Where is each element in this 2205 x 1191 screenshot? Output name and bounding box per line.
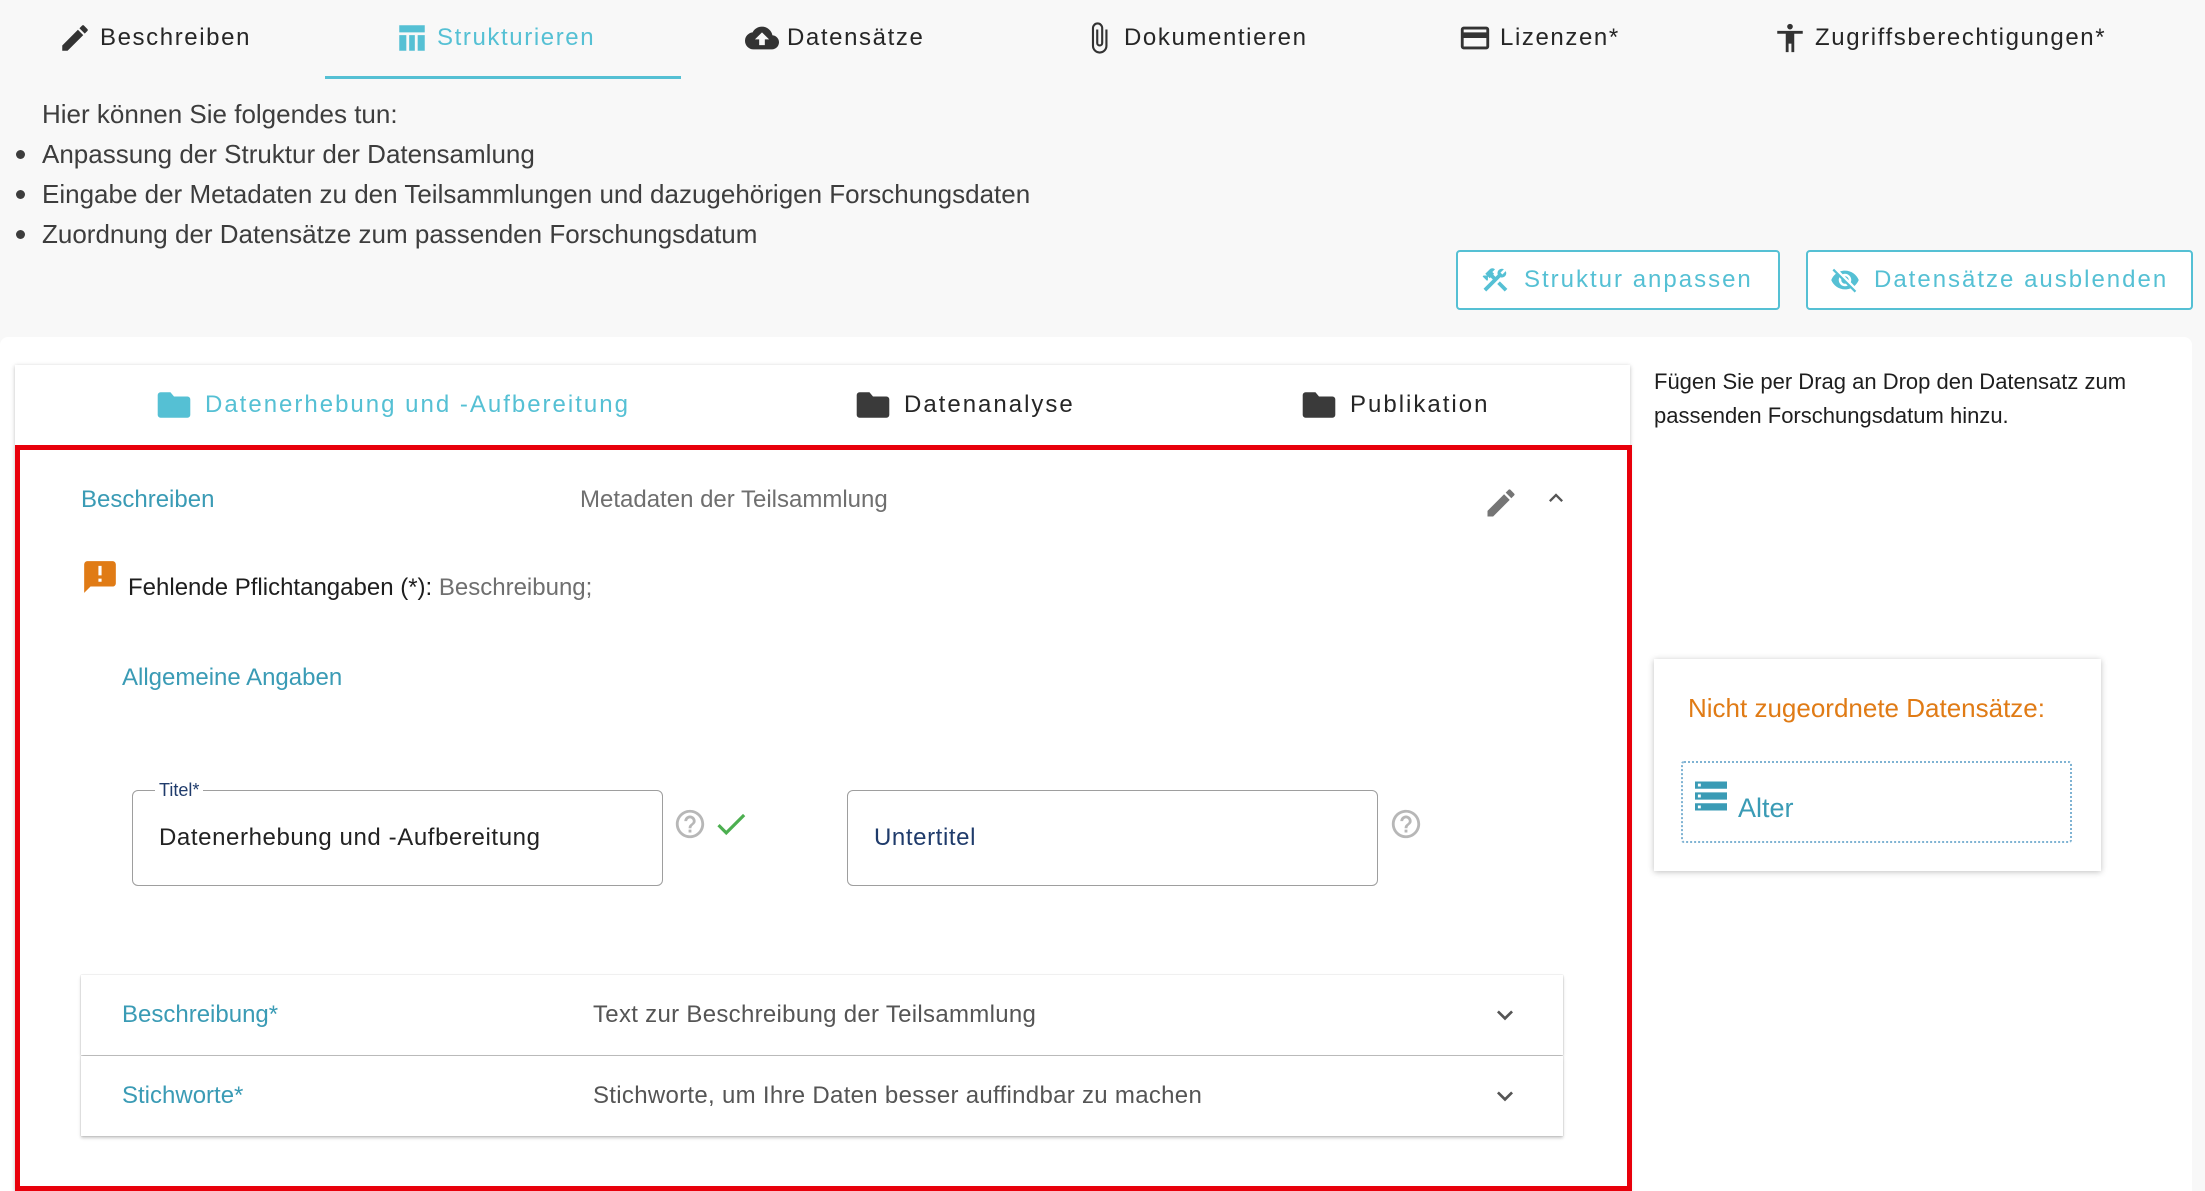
expansion-description: Stichworte, um Ihre Daten besser auffind…: [593, 1082, 1203, 1109]
tab-label: Dokumentieren: [1124, 24, 1308, 51]
folder-tab-datenanalyse[interactable]: Datenanalyse: [856, 385, 1075, 425]
folder-tab-label: Datenanalyse: [904, 391, 1075, 418]
tab-label: Datensätze: [787, 24, 925, 51]
hide-datasets-label: Datensätze ausblenden: [1874, 266, 2169, 293]
folder-icon: [1302, 392, 1336, 418]
intro-text: Hier können Sie folgendes tun: Anpassung…: [16, 94, 1030, 254]
unassigned-datasets-title: Nicht zugeordnete Datensätze:: [1688, 693, 2045, 723]
tab-lizenzen[interactable]: Lizenzen*: [1458, 14, 1620, 62]
intro-list: Anpassung der Struktur der Datensamlung …: [12, 134, 1030, 254]
keywords-expansion-panel[interactable]: Stichworte* Stichworte, um Ihre Daten be…: [81, 1056, 1563, 1136]
tab-beschreiben[interactable]: Beschreiben: [58, 14, 251, 62]
warning-value: Beschreibung;: [438, 574, 593, 601]
chevron-down-icon[interactable]: [1489, 1080, 1521, 1112]
folder-tab-datenerhebung[interactable]: Datenerhebung und -Aufbereitung: [157, 385, 630, 425]
description-expansion-panel[interactable]: Beschreibung* Text zur Beschreibung der …: [81, 975, 1563, 1055]
panel-description: Metadaten der Teilsammlung: [580, 486, 888, 513]
expansion-description: Text zur Beschreibung der Teilsammlung: [593, 1001, 1037, 1028]
chevron-up-icon[interactable]: [1542, 484, 1570, 512]
paperclip-icon: [1091, 22, 1108, 54]
tab-label: Lizenzen*: [1500, 24, 1620, 51]
expansion-label: Stichworte*: [122, 1082, 244, 1109]
tab-label: Beschreiben: [100, 24, 252, 51]
tab-label: Strukturieren: [437, 24, 596, 51]
table-icon: [399, 25, 425, 51]
list-item: Zuordnung der Datensätze zum passenden F…: [12, 214, 1030, 254]
active-tab-indicator: [325, 76, 681, 79]
subtitle-field[interactable]: Untertitel: [847, 790, 1378, 886]
unassigned-datasets-card: Nicht zugeordnete Datensätze: Alter: [1654, 659, 2101, 871]
folder-tab-publikation[interactable]: Publikation: [1302, 385, 1489, 425]
adjust-structure-button[interactable]: Struktur anpassen: [1456, 250, 1780, 310]
drag-drop-hint: Fügen Sie per Drag an Drop den Datensatz…: [1654, 369, 2127, 428]
adjust-structure-label: Struktur anpassen: [1524, 266, 1753, 293]
storage-icon: [1693, 780, 1729, 812]
check-icon: [712, 805, 750, 843]
card-icon: [1460, 26, 1490, 50]
general-info-link[interactable]: Allgemeine Angaben: [122, 664, 342, 692]
tab-strukturieren[interactable]: Strukturieren: [395, 14, 595, 62]
list-item: Eingabe der Metadaten zu den Teilsammlun…: [12, 174, 1030, 214]
missing-fields-warning: Fehlende Pflichtangaben (*): Beschreibun…: [128, 574, 592, 602]
tools-icon: [1482, 268, 1508, 292]
tab-zugriffsberechtigungen[interactable]: Zugriffsberechtigungen*: [1773, 14, 2106, 62]
folder-tab-label: Datenerhebung und -Aufbereitung: [205, 391, 630, 418]
warning-message-icon: [81, 558, 119, 596]
folder-tab-label: Publikation: [1350, 391, 1490, 418]
tab-dokumentieren[interactable]: Dokumentieren: [1082, 14, 1308, 62]
tab-datensaetze[interactable]: Datensätze: [745, 14, 924, 62]
dataset-label: Alter: [1738, 793, 1794, 823]
dataset-item-alter[interactable]: Alter: [1681, 761, 2072, 843]
cloud-upload-icon: [745, 26, 779, 50]
pencil-icon: [62, 25, 88, 51]
title-field-value[interactable]: Datenerhebung und -Aufbereitung: [159, 791, 541, 885]
accessibility-icon: [1777, 23, 1803, 53]
warning-label: Fehlende Pflichtangaben (*):: [128, 574, 433, 601]
help-icon[interactable]: [673, 807, 707, 841]
subtitle-field-placeholder[interactable]: Untertitel: [874, 791, 976, 885]
help-icon[interactable]: [1389, 807, 1423, 841]
tab-label: Zugriffsberechtigungen*: [1815, 24, 2107, 51]
chevron-down-icon[interactable]: [1489, 999, 1521, 1031]
eye-off-icon: [1831, 268, 1859, 293]
expansion-label: Beschreibung*: [122, 1001, 279, 1028]
edit-icon[interactable]: [1483, 485, 1519, 521]
folder-icon: [157, 392, 191, 418]
title-field[interactable]: Titel* Datenerhebung und -Aufbereitung: [132, 779, 663, 886]
list-item: Anpassung der Struktur der Datensamlung: [12, 134, 1030, 174]
main-tab-bar: Beschreiben Strukturieren Datensätze Dok…: [0, 0, 2205, 80]
intro-heading: Hier können Sie folgendes tun:: [42, 99, 398, 129]
hide-datasets-button[interactable]: Datensätze ausblenden: [1806, 250, 2193, 310]
panel-title[interactable]: Beschreiben: [81, 486, 214, 514]
folder-icon: [856, 392, 890, 418]
